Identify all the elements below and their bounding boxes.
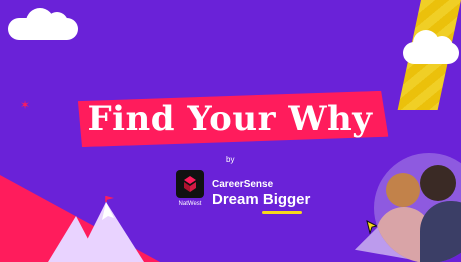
tagline: Dream Bigger [212,191,311,208]
bank-name: NatWest [178,201,202,207]
natwest-logo [176,170,204,198]
students-photo [374,153,461,262]
promo-banner: ✶ Find Your Why by NatWest CareerSense D… [0,0,461,262]
natwest-logo-icon [184,176,196,192]
product-name: CareerSense [212,179,274,190]
page-title: Find Your Why [87,99,373,139]
tagline-underline [262,211,302,214]
cloud-icon [8,8,78,40]
by-label: by [226,155,235,164]
mountain-icon [48,196,144,262]
cloud-icon [403,30,459,64]
star-icon: ✶ [20,98,31,112]
